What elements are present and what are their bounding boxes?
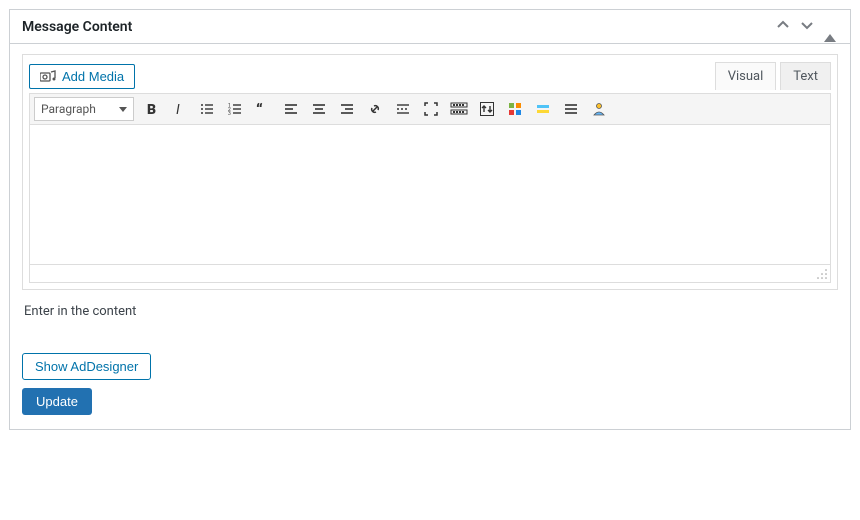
svg-text:I: I xyxy=(176,102,180,118)
tab-visual[interactable]: Visual xyxy=(715,62,777,90)
align-center-icon xyxy=(312,102,326,116)
bullet-list-icon xyxy=(200,102,214,116)
numbered-list-button[interactable]: 123 xyxy=(224,98,246,120)
link-icon xyxy=(368,102,382,116)
bullet-list-button[interactable] xyxy=(196,98,218,120)
justify-icon xyxy=(564,102,578,116)
metabox-title: Message Content xyxy=(22,19,132,35)
resize-grip-icon xyxy=(816,268,828,280)
bold-icon: B xyxy=(144,102,158,116)
bold-button[interactable]: B xyxy=(140,98,162,120)
italic-icon: I xyxy=(172,102,186,116)
triangle-up-icon xyxy=(824,19,836,42)
editor-top-bar: Add Media Visual Text xyxy=(23,55,837,89)
link-button[interactable] xyxy=(364,98,386,120)
user-button[interactable] xyxy=(588,98,610,120)
svg-text:B: B xyxy=(147,102,156,118)
toolbar-toggle-icon xyxy=(451,102,467,116)
chevron-down-icon xyxy=(119,107,127,112)
help-text: Enter in the content xyxy=(24,304,836,319)
show-addesigner-button[interactable]: Show AdDesigner xyxy=(22,353,151,380)
highlight-button[interactable] xyxy=(532,98,554,120)
move-down-button[interactable] xyxy=(798,16,816,37)
user-icon xyxy=(592,102,606,116)
move-up-button[interactable] xyxy=(774,16,792,37)
align-left-icon xyxy=(284,102,298,116)
chevron-down-icon xyxy=(800,18,814,32)
format-select[interactable]: Paragraph xyxy=(34,97,134,121)
metabox-header-actions xyxy=(774,16,838,37)
add-media-label: Add Media xyxy=(62,69,124,84)
blockquote-icon: “ xyxy=(256,102,270,116)
read-more-button[interactable] xyxy=(392,98,414,120)
toggle-panel-button[interactable] xyxy=(822,17,838,36)
camera-music-icon xyxy=(40,70,56,84)
sort-button[interactable] xyxy=(476,98,498,120)
toolbar-toggle-button[interactable] xyxy=(448,98,470,120)
message-content-metabox: Message Content xyxy=(9,9,851,430)
editor-statusbar xyxy=(29,265,831,283)
align-right-button[interactable] xyxy=(336,98,358,120)
chevron-up-icon xyxy=(776,18,790,32)
add-media-button[interactable]: Add Media xyxy=(29,64,135,89)
blockquote-button[interactable]: “ xyxy=(252,98,274,120)
metabox-header: Message Content xyxy=(10,10,850,44)
sort-icon xyxy=(480,102,494,116)
metabox-body: Add Media Visual Text Paragraph B I xyxy=(10,44,850,429)
editor-mode-tabs: Visual Text xyxy=(715,61,831,89)
justify-button[interactable] xyxy=(560,98,582,120)
format-select-value: Paragraph xyxy=(41,102,96,116)
editor-toolbar: Paragraph B I 123 “ xyxy=(29,93,831,125)
numbered-list-icon: 123 xyxy=(228,102,242,116)
read-more-icon xyxy=(396,102,410,116)
highlight-icon xyxy=(536,102,550,116)
fullscreen-button[interactable] xyxy=(420,98,442,120)
editor-content-area[interactable] xyxy=(29,125,831,265)
color-swatches-icon xyxy=(508,102,522,116)
resize-handle[interactable] xyxy=(816,268,828,280)
align-center-button[interactable] xyxy=(308,98,330,120)
update-button[interactable]: Update xyxy=(22,388,92,415)
tab-text[interactable]: Text xyxy=(780,62,831,90)
editor-frame: Add Media Visual Text Paragraph B I xyxy=(22,54,838,290)
color-swatches-button[interactable] xyxy=(504,98,526,120)
fullscreen-icon xyxy=(424,102,438,116)
italic-button[interactable]: I xyxy=(168,98,190,120)
svg-text:“: “ xyxy=(256,100,263,119)
svg-text:3: 3 xyxy=(228,111,231,117)
align-left-button[interactable] xyxy=(280,98,302,120)
align-right-icon xyxy=(340,102,354,116)
